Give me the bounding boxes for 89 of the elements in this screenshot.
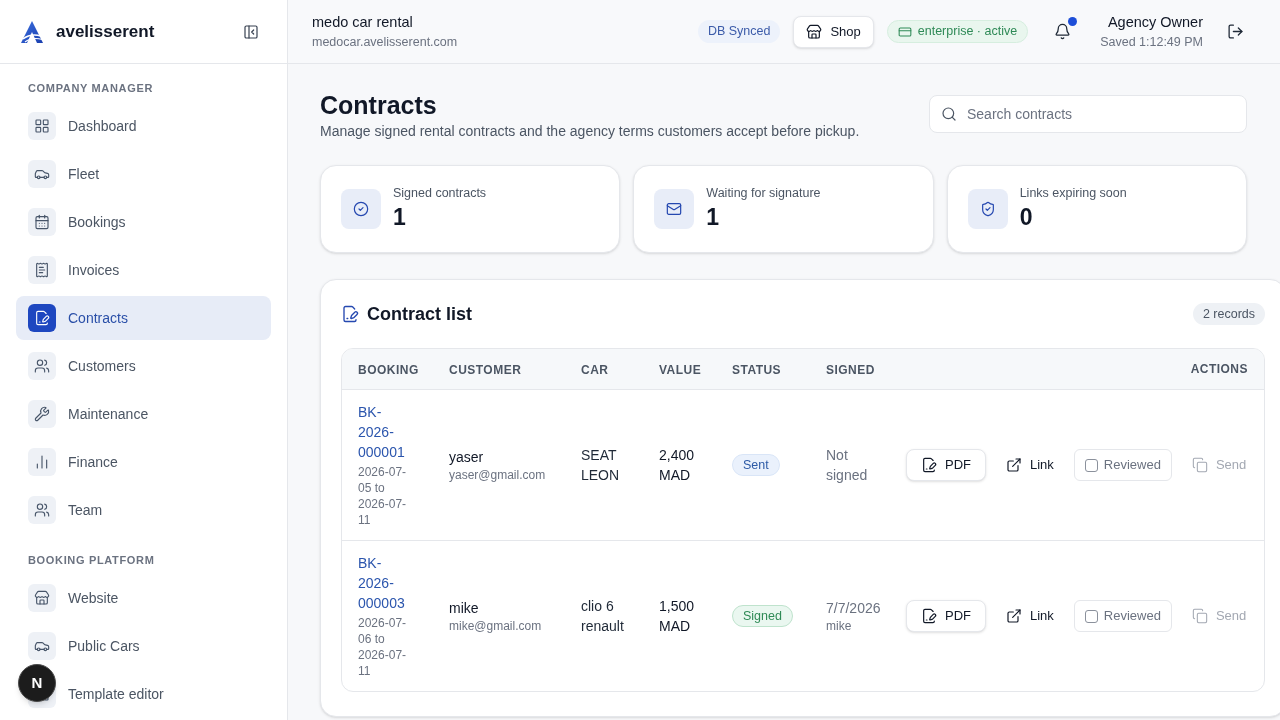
credit-card-icon	[897, 24, 912, 39]
file-pen-icon	[28, 304, 56, 332]
calendar-icon	[28, 208, 56, 236]
logout-icon[interactable]	[1227, 23, 1244, 40]
signed-status: 7/7/2026	[826, 599, 882, 618]
pdf-button[interactable]: PDF	[906, 600, 986, 632]
saved-time: Saved 1:12:49 PM	[1100, 33, 1203, 51]
car-icon	[28, 160, 56, 188]
nav-item[interactable]: Contracts	[16, 296, 271, 340]
store-icon	[28, 584, 56, 612]
contract-value: 2,400 MAD	[659, 446, 696, 485]
customer-name: mike	[449, 599, 480, 618]
status-badge: Signed	[732, 605, 793, 627]
mail-icon	[654, 189, 695, 229]
booking-dates: 2026-07-05 to 2026-07-11	[358, 464, 408, 528]
external-link-icon	[1006, 457, 1022, 473]
workspace-name: medo car rental	[312, 12, 414, 32]
collapse-sidebar-icon[interactable]	[243, 23, 259, 40]
stat-label: Waiting for signature	[706, 185, 821, 201]
wrench-icon	[28, 400, 56, 428]
car-model: SEAT LEON	[581, 446, 621, 485]
users-icon	[28, 496, 56, 524]
column-header: ACTIONS	[1190, 361, 1248, 378]
stat-value: 1	[706, 203, 721, 232]
card-title: Contract list	[367, 302, 472, 326]
file-pen-icon	[921, 457, 937, 473]
nav-item[interactable]: Dashboard	[16, 104, 271, 148]
section-label: COMPANY MANAGER	[27, 81, 154, 96]
search-icon	[941, 106, 957, 122]
signer-name: mike	[826, 618, 853, 634]
nav-item[interactable]: Finance	[16, 440, 271, 484]
external-link-icon	[1006, 608, 1022, 624]
nav-item[interactable]: Website	[16, 576, 271, 620]
nav-item[interactable]: Team	[16, 488, 271, 532]
signed-status: Not signed	[826, 446, 869, 485]
record-count-badge: 2 records	[1192, 303, 1265, 325]
customer-name: yaser	[449, 448, 485, 467]
section-label: BOOKING PLATFORM	[27, 553, 156, 568]
customer-email: yaser@gmail.com	[449, 467, 547, 483]
reviewed-toggle[interactable]: Reviewed	[1073, 600, 1172, 632]
car-model: clio 6 renault	[581, 597, 625, 636]
nav-item[interactable]: Fleet	[16, 152, 271, 196]
column-header: STATUS	[732, 363, 782, 377]
page-title: Contracts	[320, 90, 438, 121]
column-header: BOOKING	[358, 363, 419, 377]
pdf-button[interactable]: PDF	[906, 449, 986, 481]
user-name: Agency Owner	[1107, 12, 1203, 32]
workspace-domain: medocar.avelisserent.com	[312, 33, 458, 51]
nav-item[interactable]: Maintenance	[16, 392, 271, 436]
column-header: CUSTOMER	[449, 363, 522, 377]
column-header: VALUE	[659, 363, 702, 377]
link-button[interactable]: Link	[1006, 600, 1054, 632]
plan-badge: enterprise · active	[886, 20, 1029, 43]
grid-icon	[28, 112, 56, 140]
users-icon	[28, 352, 56, 380]
stat-label: Links expiring soon	[1019, 185, 1127, 201]
nav-item[interactable]: Customers	[16, 344, 271, 388]
receipt-icon	[28, 256, 56, 284]
copy-icon	[1191, 457, 1208, 473]
booking-link[interactable]: BK-2026-000003	[358, 553, 412, 613]
page-subtitle: Manage signed rental contracts and the agency terms customers accept before pickup.	[320, 122, 860, 141]
bar-chart-icon	[28, 448, 56, 476]
nav-item[interactable]: Bookings	[16, 200, 271, 244]
customer-email: mike@gmail.com	[449, 618, 543, 634]
shop-button[interactable]: Shop	[793, 15, 874, 48]
store-icon	[806, 23, 823, 40]
sync-status-badge: DB Synced	[697, 20, 781, 43]
reviewed-toggle[interactable]: Reviewed	[1073, 449, 1172, 481]
column-header: SIGNED	[826, 363, 875, 377]
file-pen-icon	[921, 608, 937, 624]
brand-name: avelisserent	[56, 20, 155, 43]
search-field[interactable]: Search contracts	[929, 95, 1247, 133]
stat-label: Signed contracts	[393, 185, 487, 201]
car-icon	[28, 632, 56, 660]
dev-tools-button[interactable]: N	[18, 664, 56, 702]
bell-icon	[1053, 23, 1071, 40]
column-header: CAR	[581, 363, 609, 377]
stat-value: 0	[1019, 203, 1034, 232]
logo-icon	[20, 19, 44, 44]
file-pen-icon	[341, 305, 359, 323]
status-badge: Sent	[732, 454, 780, 476]
contract-value: 1,500 MAD	[659, 597, 696, 636]
link-button[interactable]: Link	[1006, 449, 1054, 481]
stat-value: 1	[393, 203, 407, 232]
copy-icon	[1191, 608, 1208, 624]
booking-link[interactable]: BK-2026-000001	[358, 402, 412, 462]
nav-item[interactable]: Invoices	[16, 248, 271, 292]
shield-check-icon	[967, 189, 1008, 229]
booking-dates: 2026-07-06 to 2026-07-11	[358, 615, 408, 679]
